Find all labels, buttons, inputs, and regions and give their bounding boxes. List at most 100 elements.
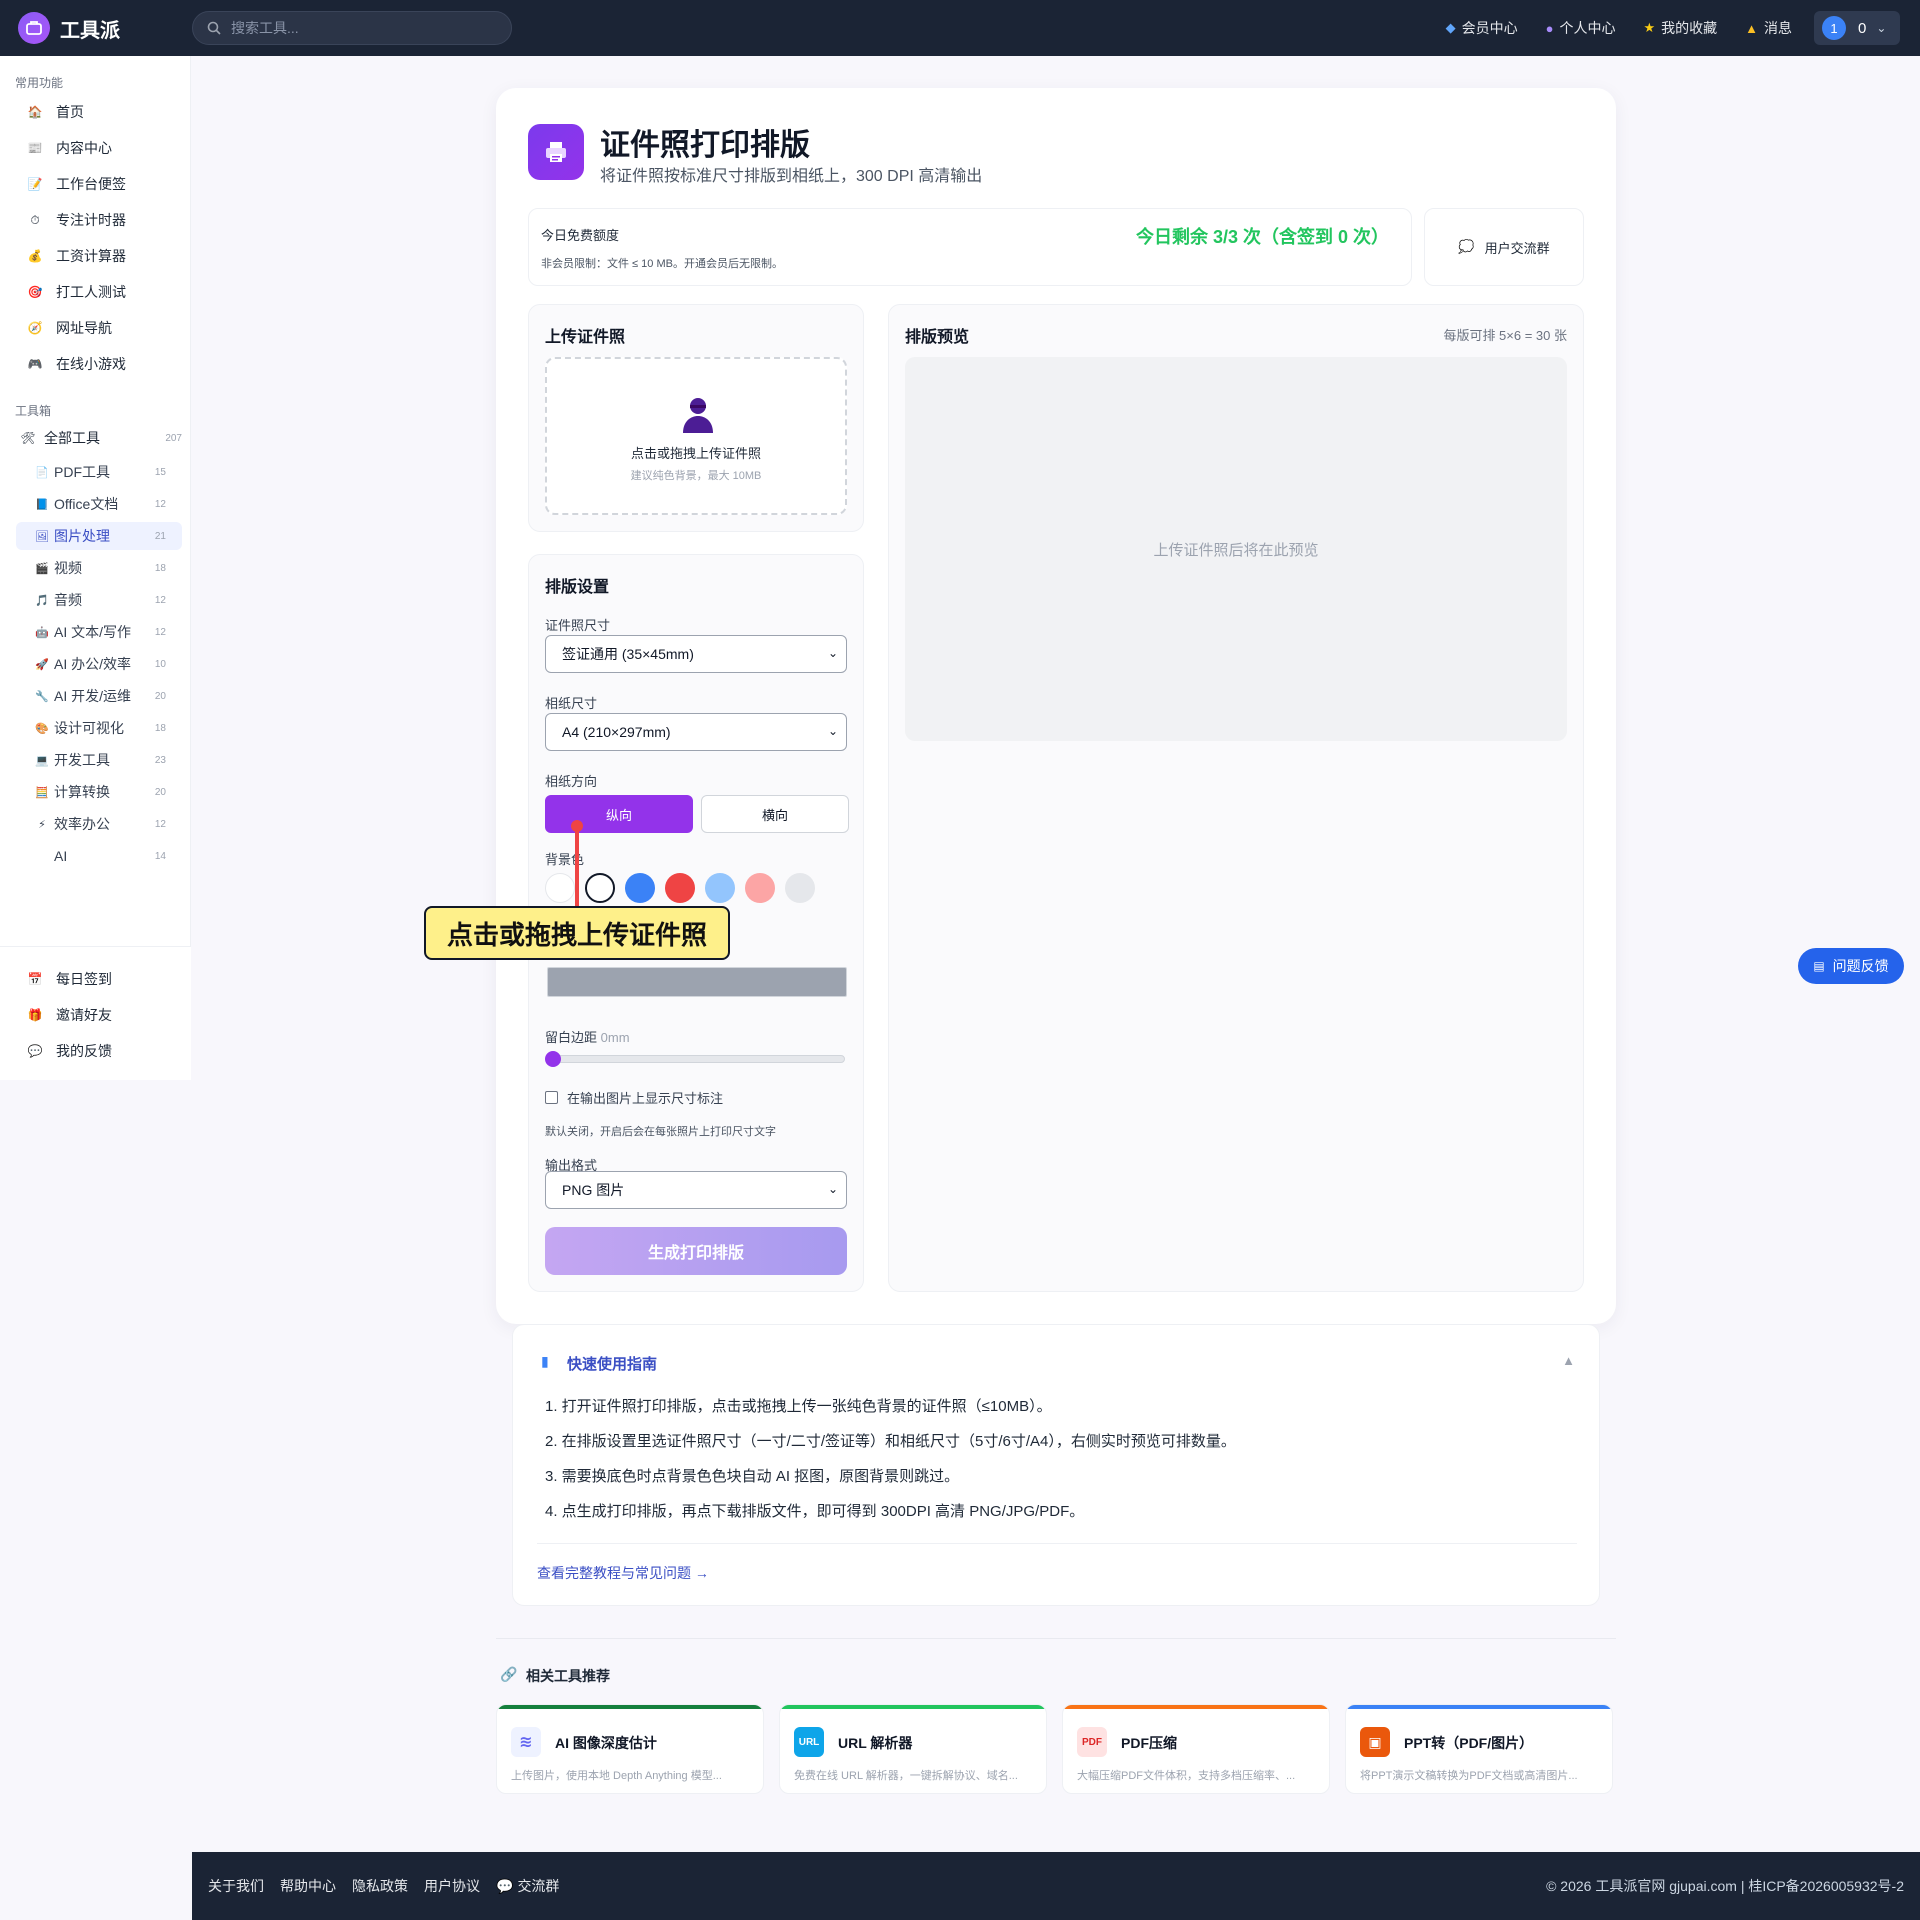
footer-help[interactable]: 帮助中心: [280, 1876, 336, 1896]
show-size-checkbox[interactable]: [545, 1091, 558, 1104]
quota-label: 今日免费额度: [541, 228, 620, 243]
quota-remaining: 今日剩余 3/3 次（含签到 0 次）: [1135, 227, 1389, 247]
margin-slider-thumb[interactable]: [545, 1051, 561, 1067]
sidebar-item-pdf[interactable]: 📄 PDF工具 15: [16, 458, 182, 486]
sidebar-section-toolbox: 工具箱: [15, 404, 52, 418]
preview-placeholder: 上传证件照后将在此预览: [1153, 541, 1319, 559]
sidebar-item-ai-devops[interactable]: 🔧 AI 开发/运维 20: [16, 682, 182, 710]
paper-size-label: 相纸尺寸: [545, 696, 598, 711]
sidebar-item-checkin[interactable]: 📅 每日签到: [26, 969, 112, 989]
swatch-red[interactable]: [665, 873, 695, 903]
upload-dropzone[interactable]: 点击或拖拽上传证件照 建议纯色背景，最大 10MB: [545, 357, 847, 515]
book-icon: 📘: [35, 498, 49, 511]
sidebar-item-notes[interactable]: 📝 工作台便签: [26, 174, 126, 194]
document-icon: ▤: [1813, 959, 1825, 973]
robot-icon: 🤖: [35, 626, 49, 639]
nav-messages[interactable]: ▲ 消息: [1745, 18, 1792, 38]
collapse-icon[interactable]: ▲: [1562, 1353, 1575, 1368]
custom-color-bar[interactable]: [547, 967, 847, 997]
sidebar-item-salary[interactable]: 💰 工资计算器: [26, 246, 126, 266]
related-card-url[interactable]: URL URL 解析器 免费在线 URL 解析器，一键拆解协议、域名...: [779, 1704, 1047, 1794]
sidebar-item-office[interactable]: 📘 Office文档 12: [16, 490, 182, 518]
related-card-depth[interactable]: ≋ AI 图像深度估计 上传图片，使用本地 Depth Anything 模型.…: [496, 1704, 764, 1794]
gamepad-icon: 🎮: [27, 357, 43, 371]
guide-step-2: 2. 在排版设置里选证件照尺寸（一寸/二寸/签证等）和相纸尺寸（5寸/6寸/A4…: [545, 1433, 1236, 1450]
sidebar-item-ai[interactable]: AI 14: [16, 842, 182, 870]
palette-icon: 🎨: [35, 722, 49, 735]
generate-button[interactable]: 生成打印排版: [545, 1227, 847, 1275]
paper-size-select[interactable]: A4 (210×297mm) ⌄: [545, 713, 847, 751]
sidebar-item-video[interactable]: 🎬 视频 18: [16, 554, 182, 582]
margin-slider-track[interactable]: [549, 1055, 845, 1063]
sidebar-item-efficiency[interactable]: ⚡ 效率办公 12: [16, 810, 182, 838]
footer-privacy[interactable]: 隐私政策: [352, 1876, 408, 1896]
guide-full-tutorial-link[interactable]: 查看完整教程与常见问题 →: [537, 1563, 709, 1583]
sidebar-item-ai-writing[interactable]: 🤖 AI 文本/写作 12: [16, 618, 182, 646]
guide-divider: [537, 1543, 1577, 1544]
sidebar-item-all-tools[interactable]: 🛠 全部工具 207: [16, 424, 182, 452]
chat-bubble-icon: 💭: [1458, 239, 1475, 254]
footer: 关于我们 帮助中心 隐私政策 用户协议 💬 交流群 © 2026 工具派官网 gj…: [192, 1852, 1920, 1920]
upload-main-text: 点击或拖拽上传证件照: [630, 446, 761, 461]
swatch-white[interactable]: [585, 873, 615, 903]
preview-count: 每版可排 5×6 = 30 张: [1443, 328, 1567, 343]
search-box[interactable]: [192, 11, 512, 45]
diamond-icon: ◆: [1445, 20, 1456, 35]
swatch-light-red[interactable]: [745, 873, 775, 903]
swatch-light-blue[interactable]: [705, 873, 735, 903]
sidebar-item-games[interactable]: 🎮 在线小游戏: [26, 354, 126, 374]
margin-label: 留白边距 0mm: [545, 1030, 630, 1045]
callout-label: 点击或拖拽上传证件照: [424, 906, 730, 960]
guide-step-3: 3. 需要换底色时点背景色色块自动 AI 抠图，原图背景则跳过。: [545, 1468, 960, 1485]
sidebar-item-worker-test[interactable]: 🎯 打工人测试: [26, 282, 126, 302]
sidebar-item-url-nav[interactable]: 🧭 网址导航: [26, 318, 112, 338]
search-input[interactable]: [231, 20, 491, 36]
tool-card: 证件照打印排版 将证件照按标准尺寸排版到相纸上，300 DPI 高清输出 今日免…: [496, 88, 1616, 1324]
nav-profile[interactable]: ● 个人中心: [1546, 18, 1616, 38]
swatch-original[interactable]: [545, 873, 575, 903]
photo-size-label: 证件照尺寸: [545, 618, 611, 633]
sidebar-item-dev-tools[interactable]: 💻 开发工具 23: [16, 746, 182, 774]
sidebar-item-audio[interactable]: 🎵 音频 12: [16, 586, 182, 614]
footer-copyright: © 2026 工具派官网 gjupai.com | 桂ICP备202600593…: [1546, 1878, 1904, 1894]
sidebar-item-calc[interactable]: 🧮 计算转换 20: [16, 778, 182, 806]
sidebar-item-invite[interactable]: 🎁 邀请好友: [26, 1005, 112, 1025]
format-select[interactable]: PNG 图片 ⌄: [545, 1171, 847, 1209]
sidebar-item-image[interactable]: 🖼 图片处理 21: [16, 522, 182, 550]
swatch-gray[interactable]: [785, 873, 815, 903]
lightning-icon: ⚡: [38, 818, 46, 831]
chevron-down-icon: ⌄: [827, 646, 838, 660]
orientation-portrait-button[interactable]: 纵向: [545, 795, 693, 833]
sidebar-item-home[interactable]: 🏠 首页: [26, 102, 84, 122]
swatch-blue[interactable]: [625, 873, 655, 903]
sidebar-item-design[interactable]: 🎨 设计可视化 18: [16, 714, 182, 742]
sidebar-item-timer[interactable]: ⏱ 专注计时器: [26, 210, 126, 230]
user-menu[interactable]: 1 0 ⌄: [1814, 11, 1900, 45]
layers-icon: ≋: [511, 1727, 541, 1757]
footer-terms[interactable]: 用户协议: [424, 1876, 480, 1896]
sidebar-item-ai-office[interactable]: 🚀 AI 办公/效率 10: [16, 650, 182, 678]
search-icon: [207, 21, 221, 35]
chevron-down-icon: ⌄: [1876, 21, 1887, 35]
compass-icon: 🧭: [27, 321, 43, 335]
presentation-icon: ▣: [1360, 1727, 1390, 1757]
newspaper-icon: 📰: [27, 141, 43, 155]
nav-vip-center[interactable]: ◆ 会员中心: [1446, 18, 1518, 38]
nav-favorites[interactable]: ★ 我的收藏: [1643, 18, 1717, 38]
abacus-icon: 🧮: [35, 786, 49, 799]
feedback-float-button[interactable]: ▤ 问题反馈: [1798, 948, 1904, 984]
orientation-landscape-button[interactable]: 横向: [701, 795, 849, 833]
card-accent: [1063, 1705, 1329, 1709]
footer-about[interactable]: 关于我们: [208, 1876, 264, 1896]
user-group-button[interactable]: 💭 用户交流群: [1424, 208, 1584, 286]
sidebar-item-feedback[interactable]: 💬 我的反馈: [26, 1041, 112, 1061]
footer-group[interactable]: 💬 交流群: [496, 1876, 559, 1896]
logo[interactable]: 工具派: [18, 12, 120, 44]
photo-size-select[interactable]: 签证通用 (35×45mm) ⌄: [545, 635, 847, 673]
sidebar-item-content[interactable]: 📰 内容中心: [26, 138, 112, 158]
show-size-hint: 默认关闭，开启后会在每张照片上打印尺寸文字: [545, 1126, 776, 1138]
related-card-pdf-compress[interactable]: PDF PDF压缩 大幅压缩PDF文件体积，支持多档压缩率、...: [1062, 1704, 1330, 1794]
related-card-ppt[interactable]: ▣ PPT转（PDF/图片） 将PPT演示文稿转换为PDF文档或高清图片...: [1345, 1704, 1613, 1794]
link-icon: 🔗: [500, 1666, 518, 1682]
url-icon: URL: [794, 1727, 824, 1757]
